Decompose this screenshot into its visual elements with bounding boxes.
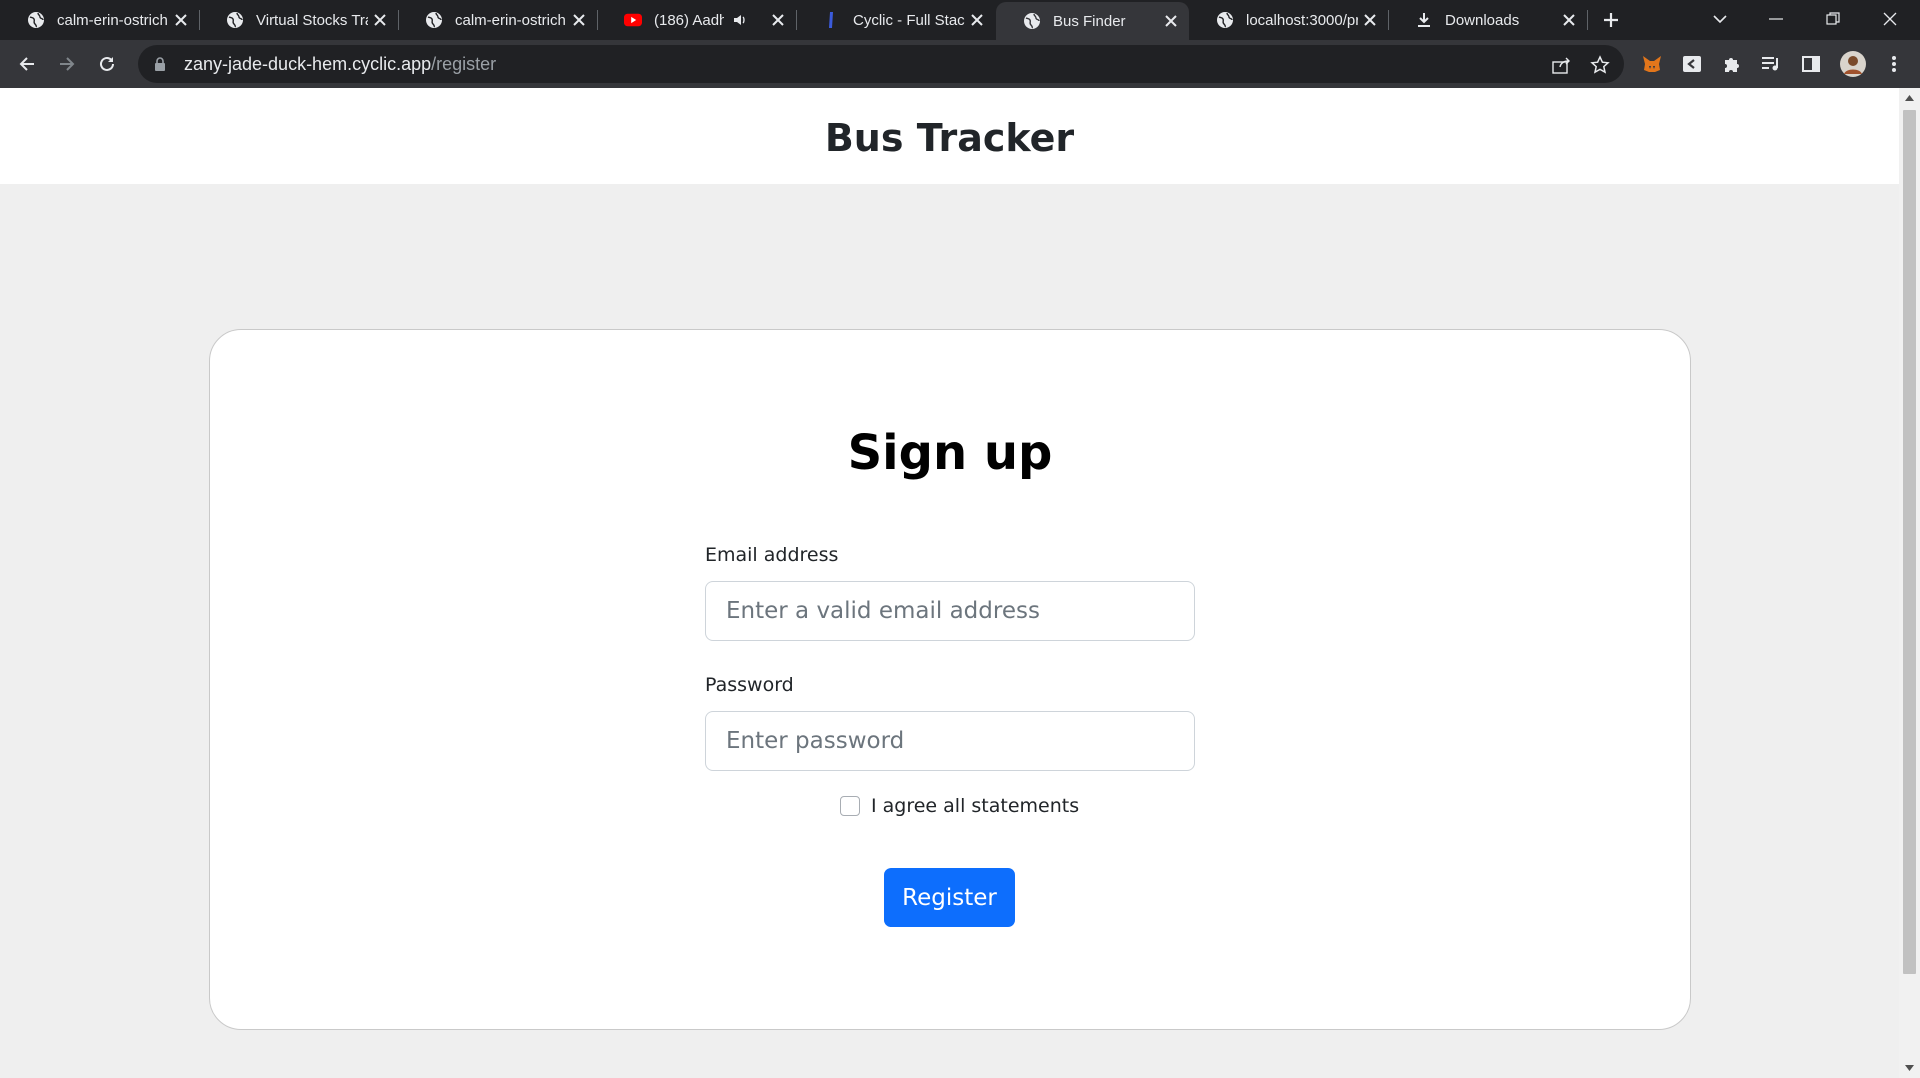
agree-row: I agree all statements (840, 795, 1079, 817)
media-playlist-icon[interactable] (1759, 52, 1783, 76)
scrollbar-thumb[interactable] (1903, 110, 1916, 974)
url-path: /register (431, 53, 497, 74)
close-window-button[interactable] (1877, 6, 1903, 32)
agree-checkbox[interactable] (840, 796, 860, 816)
tab-title: (186) Aadhav (654, 11, 724, 29)
globe-icon (1023, 12, 1041, 30)
forward-button[interactable] (53, 50, 81, 78)
share-icon[interactable] (1550, 54, 1572, 76)
bookmark-star-icon[interactable] (1589, 54, 1611, 76)
cyclic-icon (823, 11, 841, 29)
browser-tab[interactable]: Virtual Stocks Trac (199, 0, 399, 40)
browser-tab[interactable]: calm-erin-ostrich (0, 0, 200, 40)
tab-search-button[interactable] (1707, 6, 1733, 32)
page-scrollbar[interactable] (1899, 88, 1920, 1078)
minimize-button[interactable] (1763, 6, 1789, 32)
download-icon (1415, 11, 1433, 29)
restore-button[interactable] (1820, 6, 1846, 32)
reload-button[interactable] (93, 50, 121, 78)
browser-tab-strip: calm-erin-ostrich Virtual Stocks Trac ca… (0, 0, 1920, 40)
password-label: Password (705, 674, 794, 696)
scroll-up-icon[interactable] (1904, 92, 1915, 103)
signup-card: Sign up Email address Password I agree a… (209, 329, 1691, 1030)
address-bar[interactable]: zany-jade-duck-hem.cyclic.app/register (138, 45, 1624, 83)
close-icon[interactable] (571, 12, 587, 28)
tab-title: calm-erin-ostrich (57, 11, 168, 29)
globe-icon (27, 11, 45, 29)
browser-tab[interactable]: Downloads (1388, 0, 1588, 40)
browser-tab[interactable]: Cyclic - Full Stack (796, 0, 995, 40)
close-icon[interactable] (173, 12, 189, 28)
page-content: Bus Tracker Sign up Email address Passwo… (0, 88, 1899, 1078)
new-tab-button[interactable] (1599, 8, 1623, 32)
close-icon[interactable] (770, 12, 786, 28)
tab-title: localhost:3000/pr (1246, 11, 1358, 29)
agree-label[interactable]: I agree all statements (871, 795, 1079, 817)
url-host: zany-jade-duck-hem.cyclic.app (184, 53, 432, 74)
email-field[interactable] (705, 581, 1195, 641)
close-icon[interactable] (1362, 12, 1378, 28)
site-header: Bus Tracker (0, 88, 1899, 184)
side-panel-icon[interactable] (1799, 52, 1823, 76)
extension-icon[interactable] (1680, 52, 1704, 76)
browser-tab[interactable]: localhost:3000/pr (1189, 0, 1389, 40)
lock-icon[interactable] (152, 56, 168, 72)
metamask-extension-icon[interactable] (1640, 52, 1664, 76)
close-icon[interactable] (969, 12, 985, 28)
site-title: Bus Tracker (824, 116, 1075, 160)
close-icon[interactable] (372, 12, 388, 28)
email-label: Email address (705, 544, 839, 566)
tab-title: Bus Finder (1053, 12, 1126, 30)
browser-toolbar: zany-jade-duck-hem.cyclic.app/register (0, 40, 1920, 88)
url-text: zany-jade-duck-hem.cyclic.app/register (184, 54, 496, 75)
back-button[interactable] (13, 50, 41, 78)
close-icon[interactable] (1561, 12, 1577, 28)
tab-title: Cyclic - Full Stack (853, 11, 965, 29)
close-icon[interactable] (1163, 13, 1179, 29)
browser-tab-active[interactable]: Bus Finder (996, 2, 1189, 40)
register-button[interactable]: Register (884, 868, 1015, 927)
password-field[interactable] (705, 711, 1195, 771)
menu-dots-icon[interactable] (1882, 52, 1906, 76)
globe-icon (1216, 11, 1234, 29)
tab-separator (1587, 10, 1588, 30)
scroll-down-icon[interactable] (1904, 1062, 1915, 1073)
youtube-icon (624, 11, 642, 29)
globe-icon (226, 11, 244, 29)
browser-tab[interactable]: (186) Aadhav (597, 0, 797, 40)
avatar[interactable] (1839, 50, 1867, 78)
browser-tab[interactable]: calm-erin-ostrich (398, 0, 598, 40)
tab-title: Virtual Stocks Trac (256, 11, 368, 29)
signup-title: Sign up (847, 425, 1053, 481)
puzzle-icon[interactable] (1720, 52, 1744, 76)
speaker-icon[interactable] (732, 12, 748, 28)
tab-title: Downloads (1445, 11, 1520, 29)
tab-title: calm-erin-ostrich (455, 11, 566, 29)
globe-icon (425, 11, 443, 29)
